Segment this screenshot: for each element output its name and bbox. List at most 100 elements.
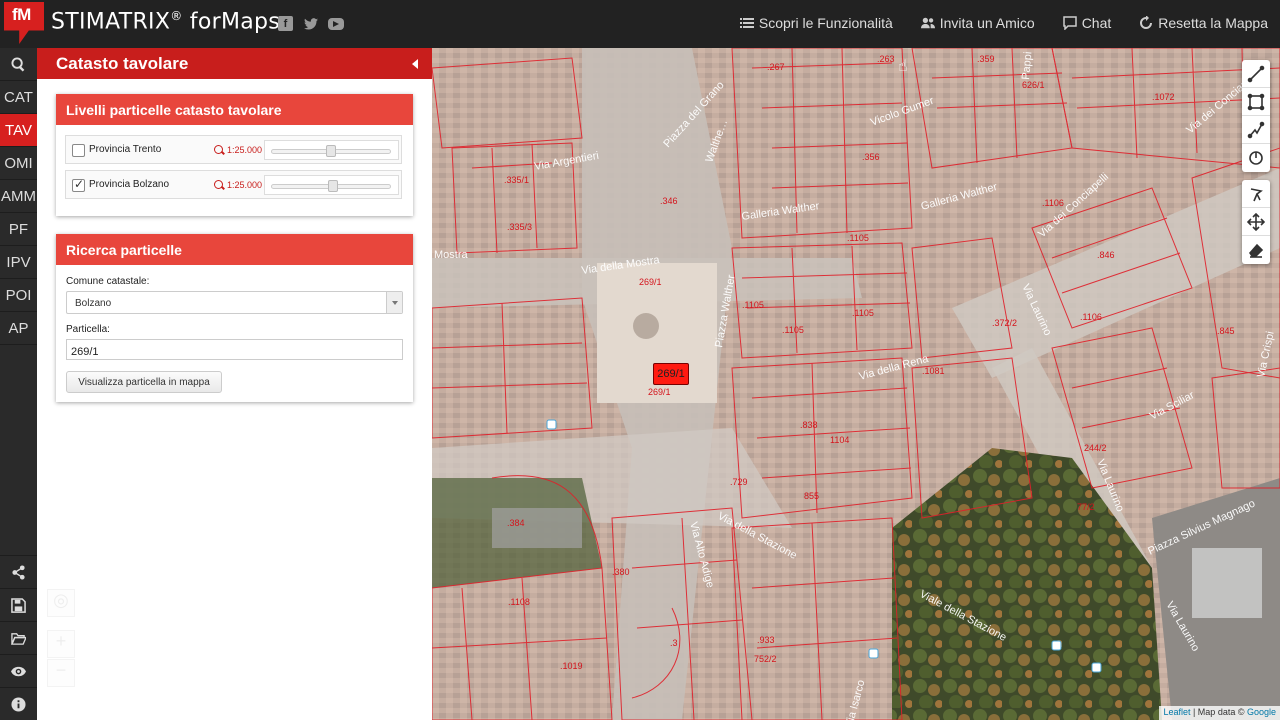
slider-handle[interactable] <box>326 145 336 157</box>
layer-scale-trento[interactable]: 1:25.000 <box>227 145 262 155</box>
sidenav-item-ap[interactable]: AP <box>0 312 37 345</box>
parcel-number: .1105 <box>782 325 804 335</box>
share-button[interactable] <box>0 555 37 588</box>
parcel-number: .729 <box>730 477 748 487</box>
parcel-number: 1104 <box>830 435 849 445</box>
info-button[interactable] <box>0 687 37 720</box>
parcel-number: .838 <box>800 420 818 430</box>
sidenav-item-ipv[interactable]: IPV <box>0 246 37 279</box>
search-icon <box>11 56 25 72</box>
chat-label: Chat <box>1081 15 1112 31</box>
show-parcel-button[interactable]: Visualizza particella in mappa <box>66 371 222 393</box>
open-button[interactable] <box>0 621 37 654</box>
app-brand: STIMATRIX® forMaps <box>51 9 280 34</box>
draw-circle-button[interactable] <box>1242 144 1270 172</box>
app-logo-text: fM <box>12 5 31 24</box>
map-canvas[interactable]: Piazza del Grano Vicolo Gumer Via Argent… <box>432 48 1280 720</box>
parcel-number: .1019 <box>560 661 583 671</box>
brand-registered-mark: ® <box>170 9 183 23</box>
parcel-number: .1106 <box>1042 198 1064 208</box>
rectangle-icon <box>1247 93 1265 110</box>
visibility-button[interactable] <box>0 654 37 687</box>
comune-select[interactable]: Bolzano <box>66 291 403 314</box>
reset-map-label: Resetta la Mappa <box>1158 15 1268 31</box>
layers-card-title: Livelli particelle catasto tavolare <box>56 94 413 125</box>
eraser-icon <box>1248 243 1264 258</box>
draw-polyline-button[interactable] <box>1242 60 1270 88</box>
layer-row-bolzano: Provincia Bolzano 1:25.000 <box>65 170 402 199</box>
parcel-number: 626/1 <box>1022 80 1045 90</box>
selected-parcel-marker[interactable]: 269/1 <box>653 363 689 385</box>
parcel-number: .1106 <box>1080 312 1102 322</box>
parcel-number: .356 <box>862 152 880 162</box>
layer-checkbox-bolzano[interactable] <box>72 177 85 192</box>
layer-scale-bolzano[interactable]: 1:25.000 <box>227 180 262 190</box>
features-link[interactable]: Scopri le Funzionalità <box>739 15 893 31</box>
map-attribution: Leaflet | Map data © Google <box>1159 706 1280 720</box>
parcel-number: .384 <box>507 518 525 528</box>
top-nav: Scopri le Funzionalità Invita un Amico C… <box>739 15 1268 31</box>
reset-map-link[interactable]: Resetta la Mappa <box>1139 15 1268 31</box>
parcel-number: .335/3 <box>507 222 532 232</box>
sidenav-item-amm[interactable]: AMM <box>0 180 37 213</box>
save-button[interactable] <box>0 588 37 621</box>
search-button[interactable] <box>0 48 37 81</box>
social-links: f <box>278 16 344 31</box>
zoom-in-icon[interactable] <box>214 180 223 189</box>
top-bar: fM STIMATRIX® forMaps f Scopri le Funzio… <box>0 0 1280 48</box>
chat-icon <box>1062 16 1077 30</box>
parcel-number: .845 <box>1217 326 1235 336</box>
sidenav-item-omi[interactable]: OMI <box>0 147 37 180</box>
panel-body: Livelli particelle catasto tavolare Prov… <box>37 79 432 720</box>
panel-header: Catasto tavolare <box>37 48 432 79</box>
parcel-number: .933 <box>757 635 775 645</box>
circle-icon <box>1249 151 1263 165</box>
edit-tools-group <box>1242 180 1270 264</box>
opacity-slider-trento[interactable] <box>264 140 399 160</box>
parcel-number: .846 <box>1097 250 1115 260</box>
comune-label: Comune catastale: <box>66 276 150 287</box>
sidenav-item-tav[interactable]: TAV <box>0 114 37 147</box>
map-view[interactable]: Piazza del Grano Vicolo Gumer Via Argent… <box>432 48 1280 720</box>
eye-icon <box>11 666 26 676</box>
sidenav-item-pf[interactable]: PF <box>0 213 37 246</box>
panel-title: Catasto tavolare <box>56 54 189 73</box>
sidenav-bottom-tools <box>0 555 37 720</box>
facebook-icon[interactable]: f <box>278 16 293 31</box>
layer-name-bolzano: Provincia Bolzano <box>89 179 170 190</box>
parcel-number: .335/1 <box>504 175 529 185</box>
leaflet-link[interactable]: Leaflet <box>1163 707 1190 717</box>
slider-handle[interactable] <box>328 180 338 192</box>
layer-row-trento: Provincia Trento 1:25.000 <box>65 135 402 164</box>
erase-button[interactable] <box>1242 236 1270 264</box>
chat-link[interactable]: Chat <box>1062 15 1112 31</box>
info-icon <box>11 696 26 712</box>
draw-polygon-button[interactable] <box>1242 116 1270 144</box>
invite-friend-link[interactable]: Invita un Amico <box>920 15 1035 31</box>
draw-toolbar <box>1242 60 1270 272</box>
polygon-icon <box>1247 121 1265 138</box>
parcel-number: .359 <box>977 54 995 64</box>
twitter-icon[interactable] <box>303 16 318 31</box>
layer-checkbox-trento[interactable] <box>72 144 85 157</box>
list-icon <box>739 18 754 28</box>
zoom-in-icon[interactable] <box>214 145 223 154</box>
collapse-panel-icon[interactable] <box>412 59 418 69</box>
edit-pointer-button[interactable] <box>1242 180 1270 208</box>
particella-input[interactable] <box>66 339 403 360</box>
parcel-number: .1105 <box>852 308 874 318</box>
chevron-down-icon[interactable] <box>386 292 402 313</box>
youtube-icon[interactable] <box>328 18 344 30</box>
google-link[interactable]: Google <box>1247 707 1276 717</box>
draw-rectangle-button[interactable] <box>1242 88 1270 116</box>
features-label: Scopri le Funzionalità <box>758 15 893 31</box>
move-button[interactable] <box>1242 208 1270 236</box>
attribution-text: | Map data © <box>1190 707 1247 717</box>
search-card-title: Ricerca particelle <box>56 234 413 265</box>
opacity-slider-bolzano[interactable] <box>264 175 399 195</box>
parcel-number: .372/2 <box>992 318 1017 328</box>
sidenav-item-poi[interactable]: POI <box>0 279 37 312</box>
brand-suffix: forMaps <box>182 9 281 35</box>
sidenav-item-cat[interactable]: CAT <box>0 81 37 114</box>
parcel-number: 855 <box>804 491 819 501</box>
